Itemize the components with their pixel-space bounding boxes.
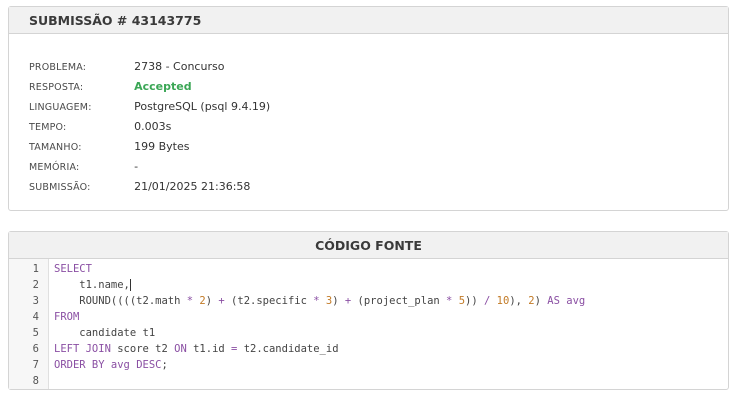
code-text: ROUND((((t2.math * 2) + (t2.specific * 3… [54,293,585,309]
sql-text: candidate t1 [54,327,156,339]
code-line: 5 candidate t1 [9,325,728,341]
submission-date-value: 21/01/2025 21:36:58 [134,180,251,193]
line-number: 7 [32,359,39,371]
sql-text: ) [332,295,345,307]
code-text: t1.name, [54,277,131,293]
sql-text: ) [205,295,219,307]
line-number: 6 [32,343,39,355]
sql-number: 10 [496,295,510,307]
code-line: 1 SELECT [9,261,728,277]
submission-title: SUBMISSÃO # 43143775 [9,7,728,34]
detail-row-response: RESPOSTA: Accepted [29,75,270,95]
detail-row-submission-date: SUBMISSÃO: 21/01/2025 21:36:58 [29,175,270,195]
detail-row-time: TEMPO: 0.003s [29,115,270,135]
sql-text: t2.candidate_id [237,343,339,355]
source-code-title: CÓDIGO FONTE [9,232,728,259]
sql-keyword: DESC [136,359,162,371]
code-text: candidate t1 [54,325,155,341]
code-line: 4 FROM [9,309,728,325]
sql-text: (project_plan [351,295,447,307]
submission-panel: SUBMISSÃO # 43143775 PROBLEMA: 2738 - Co… [8,6,729,211]
detail-row-memory: MEMÓRIA: - [29,155,270,175]
sql-keyword: FROM [54,311,80,323]
code-line: 7 ORDER BY avg DESC; [9,357,728,373]
time-value: 0.003s [134,120,172,133]
sql-keyword: AS [547,295,560,307]
detail-row-size: TAMANHO: 199 Bytes [29,135,270,155]
line-number: 8 [32,375,39,387]
detail-row-language: LINGUAGEM: PostgreSQL (psql 9.4.19) [29,95,270,115]
submission-date-label: SUBMISSÃO: [29,182,91,193]
text-cursor [129,279,131,291]
code-lines: 1 SELECT 2 t1.name, 3 ROUND((((t2.math * 2)… [9,261,728,389]
sql-text: ; [161,359,168,371]
sql-keyword: avg [110,359,130,371]
source-code-panel: CÓDIGO FONTE 1 SELECT 2 t1.name, 3 ROUND(((… [8,231,729,390]
detail-row-problem: PROBLEMA: 2738 - Concurso [29,55,270,75]
sql-keyword: ON [174,343,187,355]
code-line: 3 ROUND((((t2.math * 2) + (t2.specific *… [9,293,728,309]
sql-keyword: ORDER BY [54,359,105,371]
code-line: 6 LEFT JOIN score t2 ON t1.id = t2.candid… [9,341,728,357]
size-value: 199 Bytes [134,140,190,153]
code-text: ORDER BY avg DESC; [54,357,168,373]
code-text: FROM [54,309,79,325]
sql-text: (t2.specific [224,295,314,307]
code-text: SELECT [54,261,92,277]
sql-text: ROUND((((t2.math [54,295,187,307]
line-number: 4 [32,311,39,323]
sql-text: ) [534,295,548,307]
line-number: 1 [32,263,39,275]
line-number: 5 [32,327,39,339]
sql-keyword: avg [566,295,586,307]
line-number: 2 [32,279,39,291]
problem-value: 2738 - Concurso [134,60,225,73]
sql-keyword: SELECT [54,263,92,275]
sql-text: t1.id [186,343,232,355]
response-status-value: Accepted [134,80,192,93]
line-number: 3 [32,295,39,307]
sql-text: ), [509,295,529,307]
sql-text: )) [465,295,484,307]
code-line: 2 t1.name, [9,277,728,293]
submission-details: PROBLEMA: 2738 - Concurso RESPOSTA: Acce… [29,55,270,195]
memory-value: - [134,160,139,173]
sql-keyword: LEFT JOIN [54,343,111,355]
language-value: PostgreSQL (psql 9.4.19) [134,100,271,113]
code-text: LEFT JOIN score t2 ON t1.id = t2.candida… [54,341,339,357]
sql-text: score t2 [110,343,175,355]
code-editor[interactable]: 1 SELECT 2 t1.name, 3 ROUND((((t2.math * 2)… [9,259,728,389]
sql-text: t1.name, [54,279,130,291]
code-line: 8 [9,373,728,389]
